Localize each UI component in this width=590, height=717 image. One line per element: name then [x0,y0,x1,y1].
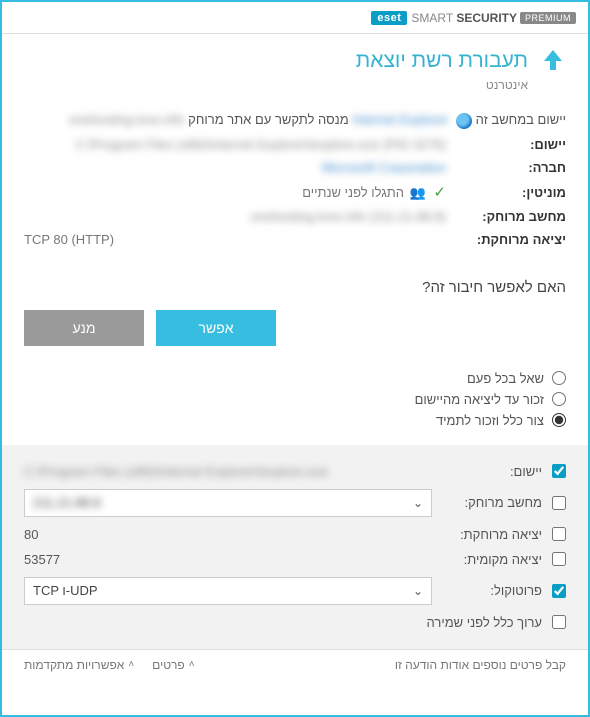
question-text: האם לאפשר חיבור זה? [2,261,588,310]
chevron-down-icon: ⌄ [413,584,423,598]
label-remote-host: מחשב מרוחק: [456,209,566,224]
radio-ask-every-time[interactable]: שאל בכל פעם [24,368,566,389]
rule-remote-host-checkbox[interactable] [552,496,566,510]
premium-badge: PREMIUM [520,12,576,24]
rule-value-remote-port: 80 [24,527,432,542]
app-header: eset SMART SECURITY PREMIUM [2,2,588,34]
people-icon: 👥 [410,185,426,200]
radio-ask-input[interactable] [552,371,566,385]
radio-remember-input[interactable] [552,392,566,406]
rule-label-remote-port: יציאה מרוחקת: [442,527,542,542]
footer-details-link[interactable]: ˄פרטים [152,658,194,672]
rule-app-checkbox[interactable] [552,464,566,478]
info-app-line: יישום במחשב זה Internet Explorer מנסה לת… [69,112,566,129]
label-company: חברה: [456,160,566,175]
rule-value-app: C:\Program Files (x86)\Internet Explorer… [24,464,432,479]
page-title: תעבורת רשת יוצאת [356,49,528,73]
outbound-arrow-icon [540,48,566,74]
value-application: (PID 3276) C:\Program Files (x86)\Intern… [24,137,446,152]
rule-label-protocol: פרוטוקול: [442,583,542,598]
chevron-up-icon: ˄ [128,659,134,670]
rule-remote-port-checkbox[interactable] [552,527,566,541]
rule-label-app: יישום: [442,464,542,479]
deny-button[interactable]: מנע [24,310,144,346]
value-remote-host: onehosting.love.info (211.21.88.8) [24,209,446,224]
value-reputation: ✓ 👥 התגלו לפני שנתיים [24,183,446,201]
footer-more-info-link[interactable]: קבל פרטים נוספים אודות הודעה זו [395,658,566,672]
ie-icon [456,113,472,129]
rule-local-port-checkbox[interactable] [552,552,566,566]
product-name: SMART SECURITY [411,11,517,25]
chevron-up-icon: ˄ [189,659,195,670]
remember-options: שאל בכל פעם זכור עד ליציאה מהיישום צור כ… [2,364,588,445]
radio-remember-until-exit[interactable]: זכור עד ליציאה מהיישום [24,389,566,410]
brand-logo: eset [371,11,407,25]
radio-create-rule-input[interactable] [552,413,566,427]
label-remote-port: יציאה מרוחקת: [456,232,566,247]
label-application: יישום: [456,137,566,152]
rule-label-local-port: יציאה מקומית: [442,552,542,567]
rule-label-remote-host: מחשב מרוחק: [442,495,542,510]
connection-info: יישום במחשב זה Internet Explorer מנסה לת… [2,104,588,261]
label-reputation: מוניטין: [456,185,566,200]
checkmark-icon: ✓ [433,184,446,201]
rule-edit-before-save-checkbox[interactable] [552,615,566,629]
allow-button[interactable]: אפשר [156,310,276,346]
rule-protocol-select[interactable]: TCP ו-UDP ⌄ [24,577,432,605]
radio-create-rule[interactable]: צור כלל וזכור לתמיד [24,410,566,431]
rule-value-local-port: 53577 [24,552,432,567]
value-remote-port: TCP 80 (HTTP) [24,232,446,247]
rule-details-section: יישום: C:\Program Files (x86)\Internet E… [2,445,588,649]
page-subtitle: אינטרנט [2,78,588,104]
footer-advanced-link[interactable]: ˄אפשרויות מתקדמות [24,658,134,672]
rule-remote-host-select[interactable]: 211.21.88.8 ⌄ [24,489,432,517]
value-company: Microsoft Corporation [24,160,446,175]
rule-protocol-checkbox[interactable] [552,584,566,598]
chevron-down-icon: ⌄ [413,496,423,510]
rule-label-edit: ערוך כלל לפני שמירה [427,615,542,630]
